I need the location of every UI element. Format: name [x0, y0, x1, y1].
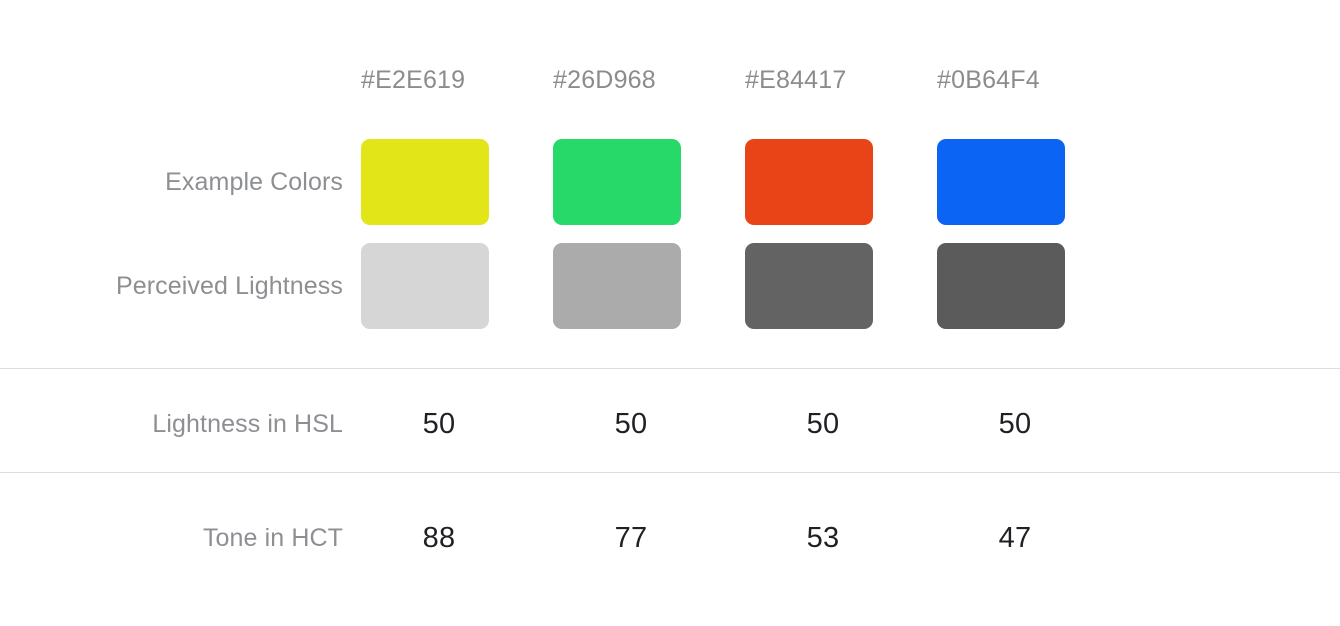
column-hex-label: #0B64F4	[937, 65, 1040, 94]
swatch-cell	[919, 139, 1111, 225]
value-cell: 50	[727, 407, 919, 440]
swatch-cell	[343, 139, 535, 225]
value-cell: 47	[919, 521, 1111, 554]
value-cell: 53	[727, 521, 919, 554]
example-color-swatch	[745, 139, 873, 225]
value-cell: 50	[919, 407, 1111, 440]
swatch-cell	[919, 243, 1111, 329]
header-cell: #E84417	[727, 66, 919, 95]
header-cell: #26D968	[535, 66, 727, 95]
value-cell: 50	[535, 407, 727, 440]
lightness-hsl-value: 50	[422, 407, 456, 440]
swatch-cell	[535, 243, 727, 329]
perceived-lightness-swatch	[361, 243, 489, 329]
value-cell: 50	[343, 407, 535, 440]
header-cell: #0B64F4	[919, 66, 1111, 95]
perceived-lightness-row-label: Perceived Lightness	[115, 272, 343, 300]
perceived-lightness-swatch	[553, 243, 681, 329]
tone-hct-row-label: Tone in HCT	[202, 524, 343, 552]
swatch-cell	[727, 243, 919, 329]
swatch-cell	[343, 243, 535, 329]
swatch-cell	[535, 139, 727, 225]
perceived-lightness-swatch	[937, 243, 1065, 329]
column-hex-label: #26D968	[553, 65, 656, 94]
lightness-hsl-value: 50	[998, 407, 1032, 440]
example-colors-cells	[343, 139, 1340, 225]
swatch-cell	[727, 139, 919, 225]
tone-hct-value: 77	[614, 521, 648, 554]
example-colors-row: Example Colors	[0, 139, 1340, 225]
perceived-lightness-swatch	[745, 243, 873, 329]
header-cell: #E2E619	[343, 66, 535, 95]
example-color-swatch	[553, 139, 681, 225]
color-lightness-comparison-table: #E2E619 #26D968 #E84417 #0B64F4 Example …	[0, 0, 1340, 626]
tone-hct-row: Tone in HCT 88 77 53 47	[0, 516, 1340, 560]
lightness-hsl-row: Lightness in HSL 50 50 50 50	[0, 402, 1340, 446]
lightness-hsl-value: 50	[806, 407, 840, 440]
perceived-lightness-cells	[343, 243, 1340, 329]
lightness-hsl-cells: 50 50 50 50	[343, 407, 1340, 440]
table-header-row: #E2E619 #26D968 #E84417 #0B64F4	[0, 60, 1340, 100]
tone-hct-cells: 88 77 53 47	[343, 521, 1340, 554]
column-hex-label: #E2E619	[361, 65, 466, 94]
column-hex-label: #E84417	[745, 65, 847, 94]
tone-hct-value: 53	[806, 521, 840, 554]
example-color-swatch	[937, 139, 1065, 225]
perceived-lightness-row: Perceived Lightness	[0, 243, 1340, 329]
example-colors-row-label: Example Colors	[165, 168, 343, 196]
tone-hct-value: 88	[422, 521, 456, 554]
tone-hct-value: 47	[998, 521, 1032, 554]
divider	[0, 368, 1340, 369]
example-color-swatch	[361, 139, 489, 225]
value-cell: 88	[343, 521, 535, 554]
lightness-hsl-row-label: Lightness in HSL	[152, 410, 343, 438]
header-cells: #E2E619 #26D968 #E84417 #0B64F4	[343, 66, 1340, 95]
lightness-hsl-value: 50	[614, 407, 648, 440]
divider	[0, 472, 1340, 473]
value-cell: 77	[535, 521, 727, 554]
